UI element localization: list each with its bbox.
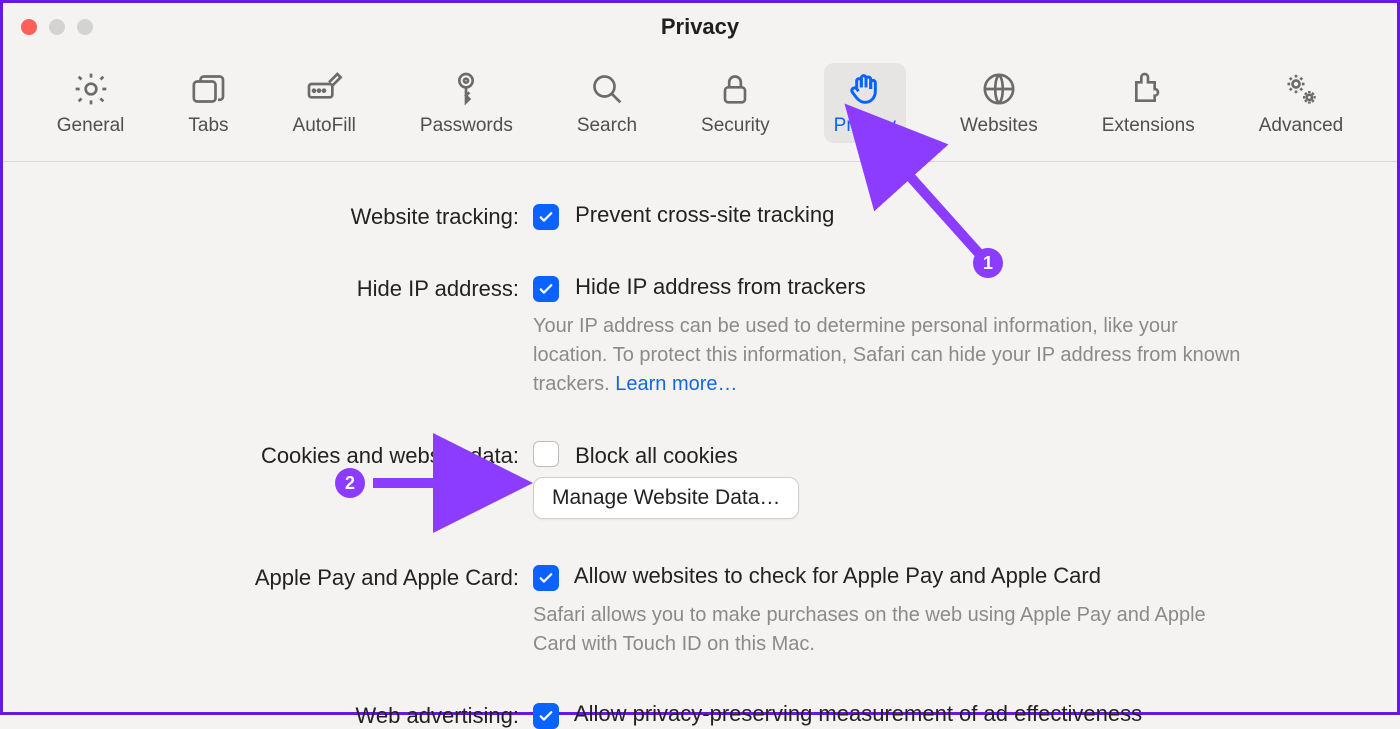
hand-icon [845, 69, 885, 109]
window-title: Privacy [3, 14, 1397, 40]
web-advertising-label: Web advertising: [93, 701, 533, 729]
globe-icon [979, 69, 1019, 109]
gear-icon [71, 69, 111, 109]
checkbox-text: Allow websites to check for Apple Pay an… [574, 563, 1101, 588]
annotation-callout-2: 2 [335, 468, 365, 498]
tab-general[interactable]: General [47, 63, 135, 143]
tab-label: AutoFill [293, 115, 356, 137]
prevent-cross-site-tracking-checkbox[interactable] [533, 204, 559, 230]
checkbox-text: Allow privacy-preserving measurement of … [574, 701, 1142, 726]
settings-pane: Website tracking: Prevent cross-site tra… [3, 162, 1397, 729]
checkbox-text: Prevent cross-site tracking [575, 202, 834, 227]
window-stack-icon [188, 69, 228, 109]
tab-label: Websites [960, 115, 1038, 137]
hide-ip-checkbox[interactable] [533, 276, 559, 302]
checkbox-text: Block all cookies [575, 443, 738, 468]
hide-ip-help: Your IP address can be used to determine… [533, 312, 1253, 399]
pencil-field-icon [304, 69, 344, 109]
block-all-cookies-checkbox[interactable] [533, 441, 559, 467]
website-tracking-label: Website tracking: [93, 202, 533, 230]
tab-security[interactable]: Security [691, 63, 780, 143]
apple-pay-label: Apple Pay and Apple Card: [93, 563, 533, 591]
tab-websites[interactable]: Websites [950, 63, 1048, 143]
tab-autofill[interactable]: AutoFill [283, 63, 366, 143]
hide-ip-label: Hide IP address: [93, 274, 533, 302]
checkbox-text: Hide IP address from trackers [575, 274, 866, 299]
tab-passwords[interactable]: Passwords [410, 63, 523, 143]
apple-pay-check-checkbox[interactable] [533, 565, 559, 591]
apple-pay-help: Safari allows you to make purchases on t… [533, 601, 1253, 659]
tab-label: Privacy [834, 115, 896, 137]
tab-tabs[interactable]: Tabs [178, 63, 238, 143]
learn-more-link[interactable]: Learn more… [615, 373, 737, 395]
tab-extensions[interactable]: Extensions [1092, 63, 1205, 143]
annotation-callout-1: 1 [973, 248, 1003, 278]
web-advertising-checkbox[interactable] [533, 703, 559, 729]
lock-icon [715, 69, 755, 109]
tab-search[interactable]: Search [567, 63, 647, 143]
key-icon [446, 69, 486, 109]
tab-label: Security [701, 115, 770, 137]
tab-label: Passwords [420, 115, 513, 137]
tab-label: Extensions [1102, 115, 1195, 137]
tab-label: Tabs [188, 115, 228, 137]
tab-label: General [57, 115, 125, 137]
tab-label: Advanced [1259, 115, 1344, 137]
tab-privacy[interactable]: Privacy [824, 63, 906, 143]
magnifier-icon [587, 69, 627, 109]
manage-website-data-button[interactable]: Manage Website Data… [533, 477, 799, 519]
puzzle-icon [1128, 69, 1168, 109]
tab-advanced[interactable]: Advanced [1249, 63, 1354, 143]
tab-label: Search [577, 115, 637, 137]
annotation-arrow-2 [368, 461, 528, 516]
preferences-toolbar: General Tabs AutoFill Passwords Search S… [3, 51, 1397, 162]
title-bar: Privacy [3, 3, 1397, 51]
double-gear-icon [1281, 69, 1321, 109]
